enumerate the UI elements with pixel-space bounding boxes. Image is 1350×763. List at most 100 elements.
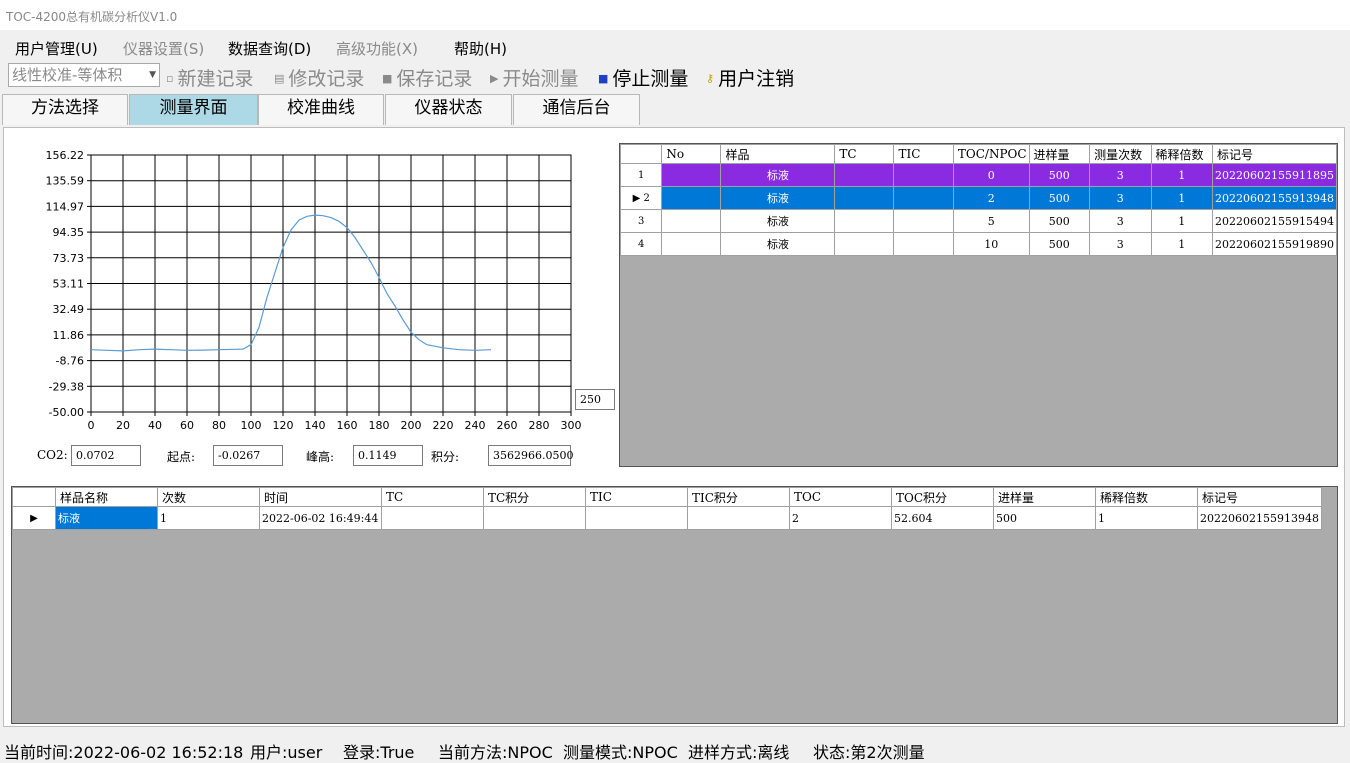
column-header[interactable]: 时间 (259, 487, 382, 507)
table-cell[interactable]: 3 (1089, 163, 1152, 187)
table-row[interactable]: 4 标液 10 500 3 1 20220602155919890 (619, 232, 1338, 256)
column-header[interactable]: 稀释倍数 (1150, 144, 1213, 164)
menu-data-query[interactable]: 数据查询(D) (228, 38, 311, 59)
table-cell[interactable] (661, 186, 722, 210)
row-header[interactable]: ▶ (12, 506, 56, 530)
table-cell[interactable]: 500 (1028, 232, 1091, 256)
column-header[interactable]: TOC/NPOC (952, 144, 1030, 164)
table-cell[interactable]: 2022-06-02 16:49:44 (259, 506, 382, 530)
table-cell[interactable] (483, 506, 586, 530)
menu-advanced[interactable]: 高级功能(X) (336, 38, 418, 59)
table-cell[interactable]: 1 (1150, 186, 1213, 210)
table-cell[interactable]: 3 (1089, 209, 1152, 233)
menu-instrument-settings[interactable]: 仪器设置(S) (123, 38, 204, 59)
table-cell[interactable] (834, 186, 895, 210)
table-cell[interactable]: 2 (789, 506, 892, 530)
table-cell[interactable]: 1 (1150, 209, 1213, 233)
table-cell[interactable]: 500 (1028, 163, 1091, 187)
column-header[interactable]: TIC (585, 487, 688, 507)
row-header[interactable]: 1 (619, 163, 663, 187)
table-cell[interactable]: 标液 (720, 232, 836, 256)
save-record-button[interactable]: ■ 保存记录 (382, 64, 472, 91)
table-cell[interactable] (893, 163, 954, 187)
column-header[interactable]: 标记号 (1197, 487, 1322, 507)
tab-communication[interactable]: 通信后台 (513, 94, 640, 125)
table-cell[interactable]: 20220602155911895 (1211, 163, 1338, 187)
table-cell[interactable]: 1 (157, 506, 260, 530)
table-cell[interactable]: 52.604 (891, 506, 994, 530)
table-cell[interactable]: 标液 (720, 163, 836, 187)
table-cell[interactable] (661, 163, 722, 187)
tab-measurement[interactable]: 测量界面 (129, 94, 258, 125)
table-row[interactable]: 3 标液 5 500 3 1 20220602155915494 (619, 209, 1338, 233)
method-select[interactable]: 线性校准-等体积 ▼ (8, 63, 160, 87)
menu-user-management[interactable]: 用户管理(U) (15, 38, 98, 59)
table-row[interactable]: ▶ 2 标液 2 500 3 1 20220602155913948 (619, 186, 1338, 210)
table-cell[interactable]: 20220602155919890 (1211, 232, 1338, 256)
column-header[interactable]: No (661, 144, 722, 164)
table-cell[interactable] (687, 506, 790, 530)
table-row[interactable]: 1 标液 0 500 3 1 20220602155911895 (619, 163, 1338, 187)
column-header[interactable]: 次数 (157, 487, 260, 507)
table-cell[interactable]: 标液 (720, 209, 836, 233)
result-grid[interactable]: 样品名称 次数 时间 TC TC积分 TIC TIC积分 TOC TOC积分 进… (11, 486, 1338, 724)
edit-record-button[interactable]: ▤ 修改记录 (274, 64, 364, 91)
table-cell[interactable]: 10 (952, 232, 1030, 256)
column-header[interactable]: TC积分 (483, 487, 586, 507)
column-header[interactable]: TOC (789, 487, 892, 507)
table-cell[interactable]: 2 (952, 186, 1030, 210)
table-cell[interactable] (893, 232, 954, 256)
table-cell[interactable] (893, 186, 954, 210)
start-measure-button[interactable]: ▶ 开始测量 (490, 64, 578, 91)
column-header[interactable]: 测量次数 (1089, 144, 1152, 164)
table-cell[interactable]: 1 (1150, 163, 1213, 187)
table-cell[interactable]: 3 (1089, 232, 1152, 256)
table-cell[interactable]: 20220602155913948 (1197, 506, 1322, 530)
table-cell[interactable] (661, 209, 722, 233)
table-cell[interactable] (585, 506, 688, 530)
table-cell[interactable]: 500 (1028, 186, 1091, 210)
column-header[interactable]: 进样量 (1028, 144, 1091, 164)
table-cell[interactable]: 500 (1028, 209, 1091, 233)
table-cell[interactable] (661, 232, 722, 256)
table-cell[interactable] (893, 209, 954, 233)
new-record-button[interactable]: ▫ 新建记录 (166, 64, 253, 91)
table-cell[interactable]: 0 (952, 163, 1030, 187)
logout-button[interactable]: ⚷ 用户注销 (706, 64, 794, 91)
column-header[interactable]: 稀释倍数 (1095, 487, 1198, 507)
column-header[interactable]: 进样量 (993, 487, 1096, 507)
table-cell[interactable]: 500 (993, 506, 1096, 530)
column-header[interactable]: TOC积分 (891, 487, 994, 507)
table-cell[interactable]: 标液 (55, 506, 158, 530)
table-cell[interactable] (381, 506, 484, 530)
tab-method-selection[interactable]: 方法选择 (2, 94, 128, 125)
table-cell[interactable]: 20220602155913948 (1211, 186, 1338, 210)
sample-grid[interactable]: No 样品 TC TIC TOC/NPOC 进样量 测量次数 稀释倍数 标记号 … (619, 143, 1338, 467)
new-record-icon: ▫ (166, 72, 174, 85)
column-header[interactable]: TC (381, 487, 484, 507)
table-cell[interactable]: 1 (1150, 232, 1213, 256)
row-header[interactable]: ▶ 2 (619, 186, 663, 210)
table-cell[interactable]: 5 (952, 209, 1030, 233)
table-cell[interactable] (834, 209, 895, 233)
tab-instrument-status[interactable]: 仪器状态 (385, 94, 512, 125)
table-cell[interactable]: 3 (1089, 186, 1152, 210)
column-header[interactable]: 标记号 (1211, 144, 1338, 164)
x-max-input[interactable]: 250 (575, 389, 615, 410)
tab-calibration-curve[interactable]: 校准曲线 (258, 94, 384, 125)
row-header[interactable]: 4 (619, 232, 663, 256)
table-cell[interactable]: 1 (1095, 506, 1198, 530)
table-cell[interactable]: 标液 (720, 186, 836, 210)
column-header[interactable]: TIC (893, 144, 954, 164)
table-cell[interactable]: 20220602155915494 (1211, 209, 1338, 233)
row-header[interactable]: 3 (619, 209, 663, 233)
column-header[interactable]: 样品名称 (55, 487, 158, 507)
column-header[interactable]: TIC积分 (687, 487, 790, 507)
table-cell[interactable] (834, 232, 895, 256)
column-header[interactable]: 样品 (720, 144, 836, 164)
table-row[interactable]: ▶ 标液 1 2022-06-02 16:49:44 2 52.604 500 … (12, 506, 1322, 530)
column-header[interactable]: TC (834, 144, 895, 164)
table-cell[interactable] (834, 163, 895, 187)
stop-measure-button[interactable]: ■ 停止测量 (598, 64, 688, 91)
menu-help[interactable]: 帮助(H) (454, 38, 507, 59)
